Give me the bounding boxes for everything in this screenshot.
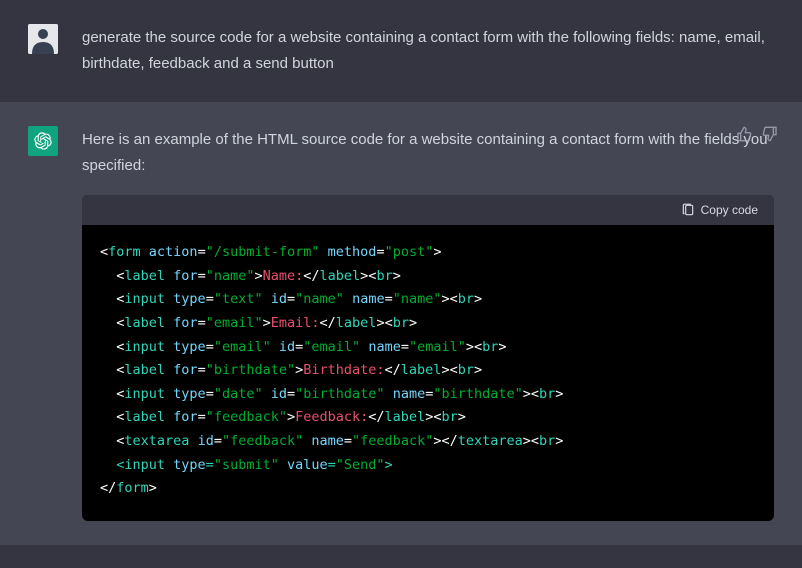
copy-code-label: Copy code: [701, 203, 758, 217]
openai-logo-icon: [34, 132, 52, 150]
assistant-avatar: [28, 126, 58, 156]
thumbs-down-button[interactable]: [762, 126, 778, 142]
thumbs-up-button[interactable]: [736, 126, 752, 142]
assistant-intro-text: Here is an example of the HTML source co…: [82, 127, 774, 180]
person-photo-icon: [28, 24, 58, 54]
code-content[interactable]: <form action="/submit-form" method="post…: [82, 225, 774, 521]
user-avatar: [28, 24, 58, 54]
clipboard-icon: [681, 203, 695, 217]
user-message-text: generate the source code for a website c…: [82, 24, 774, 78]
code-block: Copy code <form action="/submit-form" me…: [82, 195, 774, 521]
copy-code-button[interactable]: Copy code: [681, 203, 758, 217]
thumbs-down-icon: [762, 126, 778, 142]
code-block-header: Copy code: [82, 195, 774, 225]
feedback-buttons: [736, 126, 778, 142]
thumbs-up-icon: [736, 126, 752, 142]
assistant-message: Here is an example of the HTML source co…: [0, 102, 802, 545]
user-message: generate the source code for a website c…: [0, 0, 802, 102]
